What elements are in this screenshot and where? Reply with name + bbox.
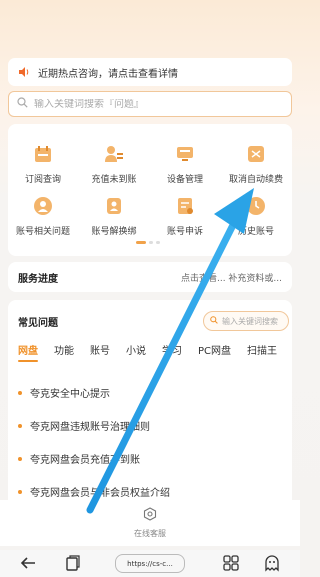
tab-study[interactable]: 学习 bbox=[162, 342, 182, 357]
service-progress[interactable]: 服务进度 点击查看... 补充资料或... bbox=[8, 262, 292, 292]
progress-title: 服务进度 bbox=[18, 273, 58, 285]
page-indicator bbox=[136, 241, 160, 244]
tab-scanner[interactable]: 扫描王 bbox=[247, 342, 277, 357]
service-device[interactable]: 设备管理 bbox=[150, 142, 220, 185]
service-recharge[interactable]: 充值未到账 bbox=[79, 142, 149, 185]
faq-item[interactable]: 夸克网盘会员充值不到账 bbox=[18, 442, 278, 475]
faq-search[interactable]: 输入关键词搜索 bbox=[203, 311, 289, 331]
search-icon bbox=[210, 316, 218, 326]
notice-bar[interactable]: 近期热点咨询，请点击查看详情 bbox=[8, 58, 292, 86]
browser-navbar: https://cs-c... bbox=[0, 550, 300, 577]
service-grid: 订阅查询 充值未到账 设备管理 取消自动续费 账号相关问题 账号解换绑 账号申诉… bbox=[8, 124, 292, 256]
notice-text: 近期热点咨询，请点击查看详情 bbox=[38, 68, 178, 80]
url-bar[interactable]: https://cs-c... bbox=[115, 554, 185, 573]
search-icon bbox=[17, 97, 28, 111]
subscription-icon bbox=[31, 142, 55, 166]
service-subscription[interactable]: 订阅查询 bbox=[8, 142, 78, 185]
faq-tabs: 网盘 功能 账号 小说 学习 PC网盘 扫描王 bbox=[18, 342, 293, 357]
speaker-icon bbox=[18, 66, 30, 78]
ghost-icon[interactable] bbox=[264, 554, 280, 572]
service-cancel-renewal[interactable]: 取消自动续费 bbox=[221, 142, 291, 185]
service-unbind[interactable]: 账号解换绑 bbox=[79, 194, 149, 237]
back-arrow-icon[interactable] bbox=[20, 556, 36, 570]
faq-item[interactable]: 夸克安全中心提示 bbox=[18, 376, 278, 409]
device-icon bbox=[173, 142, 197, 166]
tabs-icon[interactable] bbox=[66, 555, 80, 571]
history-account-icon bbox=[244, 194, 268, 218]
active-tab-underline bbox=[18, 360, 38, 362]
appeal-icon bbox=[173, 194, 197, 218]
faq-title: 常见问题 bbox=[18, 318, 58, 329]
unbind-icon bbox=[102, 194, 126, 218]
tab-novel[interactable]: 小说 bbox=[126, 342, 146, 357]
service-account[interactable]: 账号相关问题 bbox=[8, 194, 78, 237]
tab-pc-netdisk[interactable]: PC网盘 bbox=[198, 342, 231, 357]
search-box[interactable] bbox=[8, 91, 292, 117]
faq-card: 常见问题 输入关键词搜索 网盘 功能 账号 小说 学习 PC网盘 扫描王 夸克安… bbox=[8, 300, 292, 508]
progress-hint: 点击查看... 补充资料或... bbox=[180, 273, 282, 284]
customer-service-icon bbox=[143, 507, 157, 524]
cancel-renewal-icon bbox=[244, 142, 268, 166]
service-history-account[interactable]: 历史账号 bbox=[221, 194, 291, 237]
account-icon bbox=[31, 194, 55, 218]
faq-list: 夸克安全中心提示 夸克网盘违规账号治理细则 夸克网盘会员充值不到账 夸克网盘会员… bbox=[18, 376, 278, 508]
apps-grid-icon[interactable] bbox=[223, 555, 239, 571]
search-input[interactable] bbox=[34, 98, 274, 110]
tab-netdisk[interactable]: 网盘 bbox=[18, 342, 38, 357]
tab-function[interactable]: 功能 bbox=[54, 342, 74, 357]
faq-search-placeholder: 输入关键词搜索 bbox=[222, 316, 278, 326]
tab-account[interactable]: 账号 bbox=[90, 342, 110, 357]
recharge-icon bbox=[102, 142, 126, 166]
faq-item[interactable]: 夸克网盘违规账号治理细则 bbox=[18, 409, 278, 442]
service-appeal[interactable]: 账号申诉 bbox=[150, 194, 220, 237]
online-service-button[interactable]: 在线客服 bbox=[0, 500, 300, 546]
